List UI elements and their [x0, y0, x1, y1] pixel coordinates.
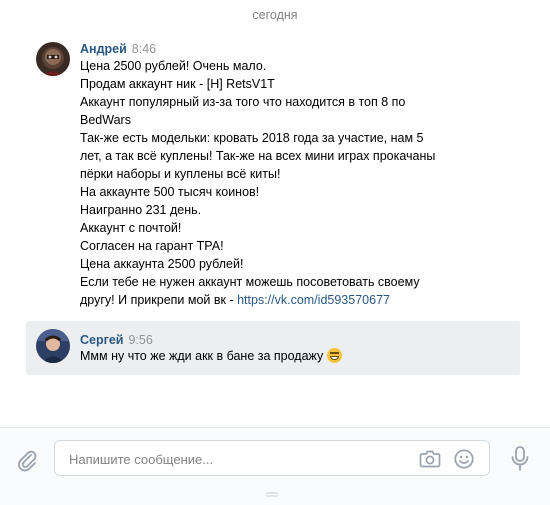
message-line: Так-же есть модельки: кровать 2018 года …: [80, 131, 424, 145]
grinning-squinting-face-icon: [327, 348, 343, 363]
message-line: На аккаунте 500 тысяч коинов!: [80, 185, 260, 199]
message-line: лет, а так всё куплены! Так-же на всех м…: [80, 149, 436, 163]
message-text: Цена 2500 рублей! Очень мало. Продам акк…: [80, 57, 465, 309]
message-item[interactable]: Андрей 8:46 Цена 2500 рублей! Очень мало.…: [26, 36, 520, 316]
message-composer: [0, 427, 550, 505]
date-separator: сегодня: [252, 8, 298, 22]
paperclip-icon[interactable]: [14, 448, 40, 474]
message-line: Аккаунт популярный из-за того что находи…: [80, 95, 406, 109]
smile-icon[interactable]: [453, 448, 475, 470]
message-line: пёрки наборы и куплены всё киты!: [80, 167, 281, 181]
message-item[interactable]: Сергей 9:56 Ммм ну что же жди акк в бане …: [26, 321, 520, 375]
message-line: Продам аккаунт ник - [H] RetsV1T: [80, 77, 275, 91]
resize-handle[interactable]: [266, 485, 278, 497]
message-time: 8:46: [131, 42, 157, 56]
message-line-text: другу! И прикрепи мой вк -: [80, 293, 238, 307]
camera-icon[interactable]: [419, 449, 441, 469]
message-text: Ммм ну что же жди акк в бане за продажу: [80, 347, 500, 365]
message-author[interactable]: Андрей: [80, 42, 127, 56]
message-line: Наигранно 231 день.: [80, 203, 202, 217]
message-line: другу! И прикрепи мой вк - https://vk.co…: [80, 291, 465, 309]
message-line: Цена 2500 рублей! Очень мало.: [80, 59, 267, 73]
message-author[interactable]: Сергей: [80, 333, 123, 347]
message-header: Андрей 8:46: [80, 41, 156, 57]
microphone-icon[interactable]: [508, 445, 532, 473]
message-line: Цена аккаунта 2500 рублей!: [80, 257, 244, 271]
message-input[interactable]: [67, 448, 401, 470]
message-line-text: Ммм ну что же жди акк в бане за продажу: [80, 349, 324, 363]
message-line: Согласен на гарант ТРА!: [80, 239, 224, 253]
message-line: Ммм ну что же жди акк в бане за продажу: [80, 347, 500, 365]
message-line: Аккаунт с почтой!: [80, 221, 182, 235]
message-time: 9:56: [128, 333, 153, 347]
avatar[interactable]: [36, 329, 70, 363]
message-line: BedWars: [80, 113, 131, 127]
message-line: Если тебе не нужен аккаунт можешь посове…: [80, 275, 420, 289]
chat-history: сегодня Андрей 8:46 Цена 2500 рублей! Оче…: [0, 0, 550, 427]
message-input-box[interactable]: [54, 440, 490, 476]
avatar[interactable]: [36, 42, 70, 76]
message-header: Сергей 9:56: [80, 332, 153, 348]
profile-link[interactable]: https://vk.com/id593570677: [237, 293, 390, 307]
